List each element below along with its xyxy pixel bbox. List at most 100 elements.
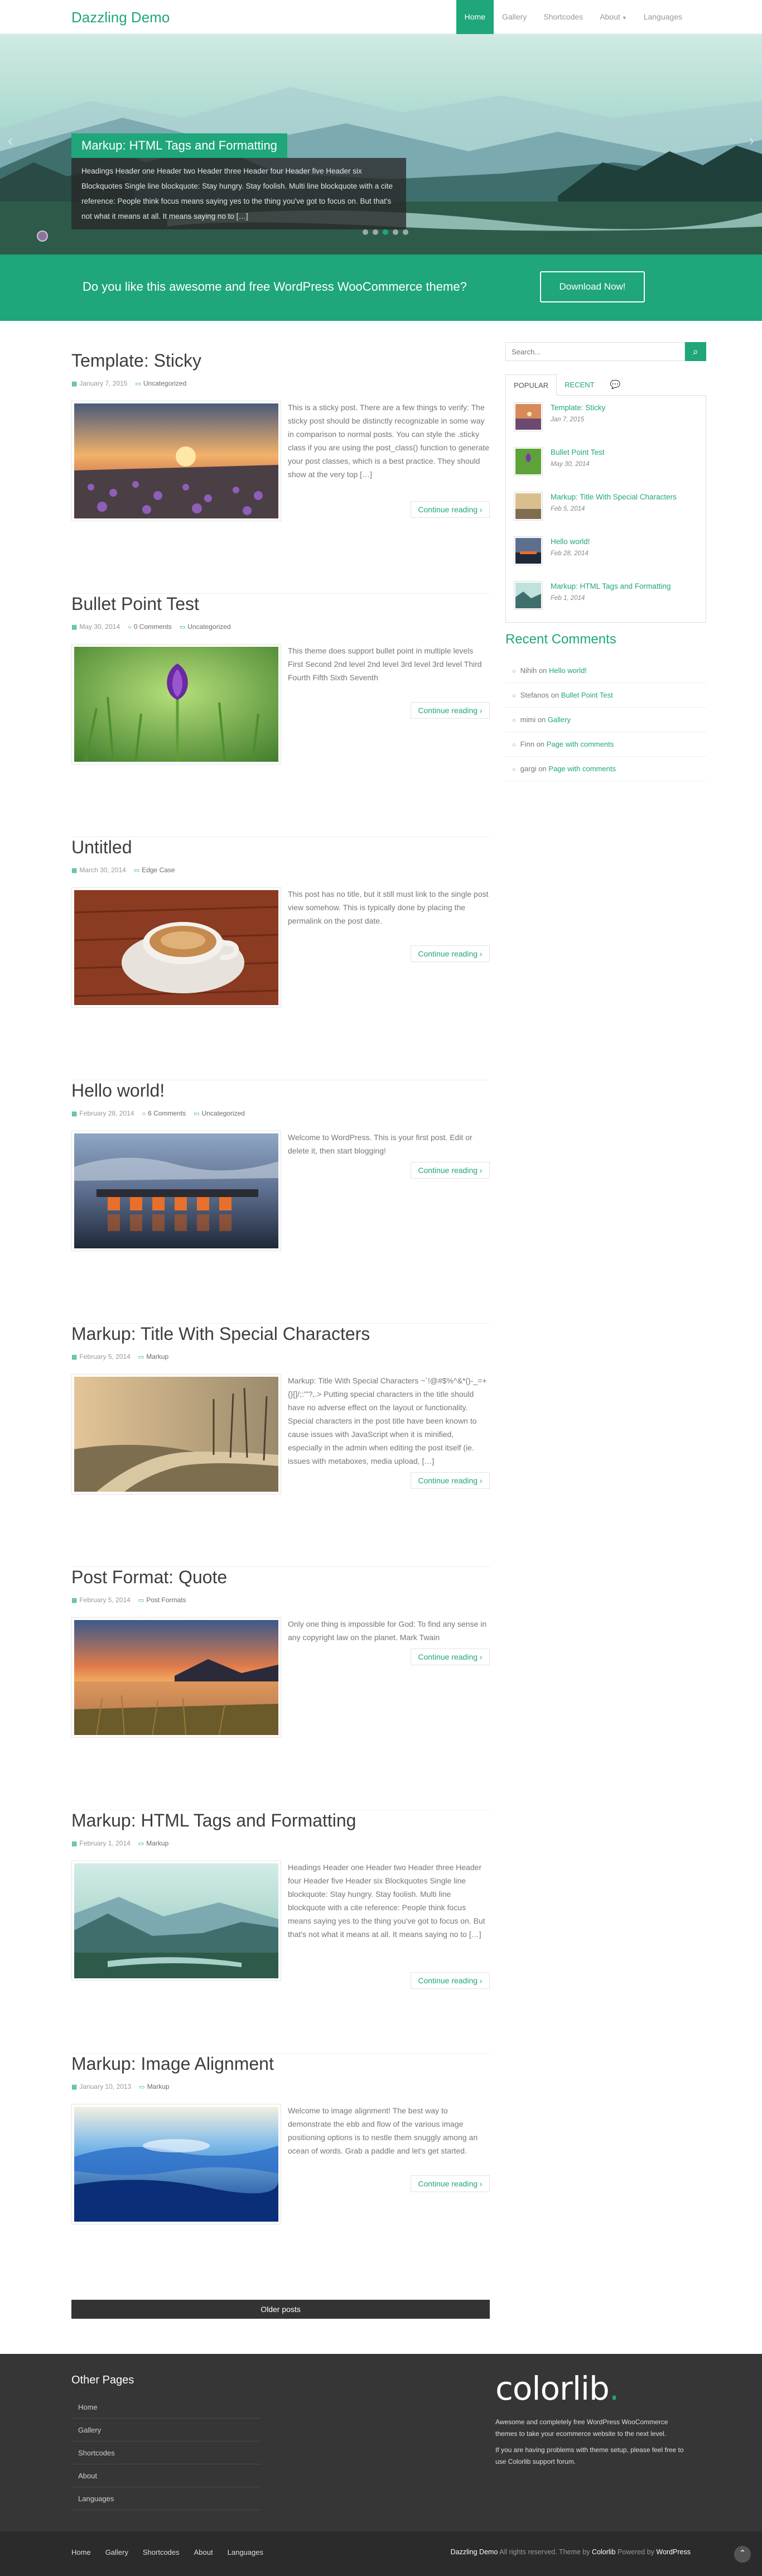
popular-post-title[interactable]: Hello world! [551,537,590,546]
continue-reading-button[interactable]: Continue reading › [411,1649,490,1665]
post-thumbnail[interactable] [71,1861,281,1981]
footer-bottom-bar: Home Gallery Shortcodes About Languages … [0,2531,762,2576]
slider-dot[interactable] [363,229,368,235]
popular-post-title[interactable]: Bullet Point Test [551,448,605,456]
nav-item-home[interactable]: Home [456,0,494,34]
post-date-text[interactable]: February 5, 2014 [79,1353,130,1361]
comment-post-link[interactable]: Page with comments [548,765,616,773]
post-comments-link[interactable]: 6 Comments [148,1109,186,1117]
footer-page-link[interactable]: About [71,2464,261,2487]
post-title[interactable]: Markup: HTML Tags and Formatting [71,1810,356,1831]
footer-nav-languages[interactable]: Languages [228,2548,263,2556]
post-title[interactable]: Hello world! [71,1080,165,1101]
post-category-link[interactable]: Uncategorized [202,1109,245,1117]
post-thumbnail[interactable] [71,1131,281,1251]
post-thumbnail[interactable] [71,644,281,765]
older-posts-button[interactable]: Older posts [71,2300,490,2319]
hero-title[interactable]: Markup: HTML Tags and Formatting [71,133,287,158]
post-thumbnail[interactable] [71,1617,281,1738]
post-thumbnail[interactable] [71,887,281,1008]
search-input[interactable] [506,343,684,361]
footer-page-link[interactable]: Languages [71,2487,261,2510]
recent-comment-item: ○ Stefanos on Bullet Point Test [505,683,706,708]
continue-reading-button[interactable]: Continue reading › [411,702,490,719]
copyright-site-link[interactable]: Dazzling Demo [451,2548,498,2556]
post-category-link[interactable]: Post Formats [146,1596,186,1604]
footer-page-link[interactable]: Gallery [71,2419,261,2442]
post-category-link[interactable]: Markup [146,1839,168,1847]
search-button[interactable]: ⌕ [685,342,706,361]
nav-item-about[interactable]: About ▼ [591,0,635,34]
post-date-text[interactable]: February 1, 2014 [79,1839,130,1847]
colorlib-logo[interactable]: colorlib. [495,2370,619,2407]
post-thumbnail[interactable] [71,2104,281,2224]
back-to-top-button[interactable]: ⌃ [734,2546,751,2563]
post-category-link[interactable]: Uncategorized [187,623,230,631]
footer-nav-shortcodes[interactable]: Shortcodes [143,2548,180,2556]
post-comments-link[interactable]: 0 Comments [134,623,172,631]
post-title[interactable]: Post Format: Quote [71,1567,227,1588]
post-date-text[interactable]: January 10, 2013 [79,2083,131,2090]
post-category-link[interactable]: Markup [146,1353,168,1361]
post-excerpt: This is a sticky post. There are a few t… [288,403,490,479]
comment-post-link[interactable]: Gallery [548,715,571,724]
popular-post-thumbnail[interactable] [514,581,543,610]
continue-reading-button[interactable]: Continue reading › [411,1162,490,1179]
popular-post-thumbnail[interactable] [514,402,543,431]
chat-bubble-icon[interactable] [37,230,48,242]
tab-comments[interactable]: 💬 [602,374,629,395]
footer-page-link[interactable]: Shortcodes [71,2442,261,2464]
hero-caption: Markup: HTML Tags and Formatting Heading… [71,133,406,229]
popular-post-title[interactable]: Template: Sticky [551,403,605,412]
post-category-link[interactable]: Markup [147,2083,170,2090]
post-title[interactable]: Template: Sticky [71,350,201,371]
popular-post-thumbnail[interactable] [514,447,543,476]
post-date-text[interactable]: May 30, 2014 [79,623,120,631]
footer-page-link[interactable]: Home [71,2396,261,2419]
nav-item-gallery[interactable]: Gallery [494,0,535,34]
footer-nav-gallery[interactable]: Gallery [105,2548,128,2556]
post-title[interactable]: Markup: Image Alignment [71,2054,274,2074]
comment-post-link[interactable]: Hello world! [549,666,587,675]
popular-post-thumbnail[interactable] [514,492,543,521]
tab-recent[interactable]: RECENT [557,374,602,395]
site-brand[interactable]: Dazzling Demo [71,9,170,26]
footer-nav-home[interactable]: Home [71,2548,91,2556]
slider-dot[interactable] [403,229,408,235]
slider-dot[interactable] [393,229,398,235]
post-thumbnail[interactable] [71,1374,281,1494]
continue-reading-button[interactable]: Continue reading › [411,2175,490,2192]
copyright-wp-link[interactable]: WordPress [656,2548,691,2556]
post-category-link[interactable]: Uncategorized [143,379,186,387]
footer-nav-about[interactable]: About [194,2548,213,2556]
tab-popular[interactable]: POPULAR [505,374,557,396]
popular-post-title[interactable]: Markup: Title With Special Characters [551,493,677,501]
continue-reading-button[interactable]: Continue reading › [411,1472,490,1489]
footer-widgets: Other Pages Home Gallery Shortcodes Abou… [0,2354,762,2531]
post-date-text[interactable]: March 30, 2014 [79,866,126,874]
copyright-theme-link[interactable]: Colorlib [592,2548,615,2556]
slider-next-icon[interactable]: › [749,132,754,150]
post-category-link[interactable]: Edge Case [142,866,175,874]
continue-reading-button[interactable]: Continue reading › [411,1972,490,1989]
post-date-text[interactable]: February 5, 2014 [79,1596,130,1604]
post-title[interactable]: Markup: Title With Special Characters [71,1324,370,1344]
slider-dot[interactable] [373,229,378,235]
slider-dot-active[interactable] [383,229,388,235]
continue-reading-button[interactable]: Continue reading › [411,501,490,518]
post-date-text[interactable]: February 28, 2014 [79,1109,134,1117]
popular-post-title[interactable]: Markup: HTML Tags and Formatting [551,582,671,590]
download-now-button[interactable]: Download Now! [540,271,645,302]
comment-post-link[interactable]: Bullet Point Test [561,691,613,699]
post-title[interactable]: Bullet Point Test [71,594,199,614]
post-title[interactable]: Untitled [71,837,132,858]
continue-reading-button[interactable]: Continue reading › [411,945,490,962]
post-date-text[interactable]: January 7, 2015 [79,379,127,387]
post-thumbnail[interactable] [71,401,281,521]
nav-item-shortcodes[interactable]: Shortcodes [535,0,591,34]
popular-post-thumbnail[interactable] [514,536,543,565]
comment-post-link[interactable]: Page with comments [547,740,614,748]
calendar-icon: ▦ [71,381,78,387]
slider-prev-icon[interactable]: ‹ [8,132,13,150]
nav-item-languages[interactable]: Languages [635,0,691,34]
